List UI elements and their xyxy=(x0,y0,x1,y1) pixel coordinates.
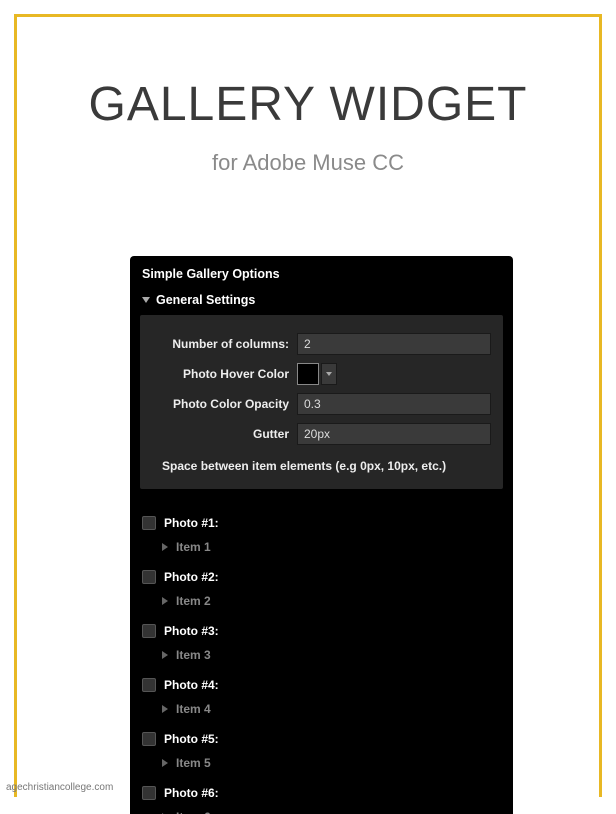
item-row-6[interactable]: Item 6 xyxy=(142,805,501,814)
photo-group: Photo #5: Item 5 xyxy=(142,727,501,775)
item-label: Item 6 xyxy=(176,810,211,814)
gutter-label: Gutter xyxy=(152,427,297,441)
chevron-down-icon xyxy=(326,372,332,376)
item-label: Item 2 xyxy=(176,594,211,608)
gutter-help-text: Space between item elements (e.g 0px, 10… xyxy=(152,453,491,475)
photo-label: Photo #1: xyxy=(164,516,219,530)
item-label: Item 5 xyxy=(176,756,211,770)
photo-label: Photo #5: xyxy=(164,732,219,746)
item-row-5[interactable]: Item 5 xyxy=(142,751,501,775)
photo-row-3[interactable]: Photo #3: xyxy=(142,619,501,643)
item-row-4[interactable]: Item 4 xyxy=(142,697,501,721)
photo-checkbox[interactable] xyxy=(142,732,156,746)
photo-group: Photo #3: Item 3 xyxy=(142,619,501,667)
photo-list: Photo #1: Item 1 Photo #2: Item 2 xyxy=(130,489,513,814)
photo-row-5[interactable]: Photo #5: xyxy=(142,727,501,751)
field-gutter: Gutter xyxy=(152,423,491,445)
item-row-1[interactable]: Item 1 xyxy=(142,535,501,559)
chevron-right-icon xyxy=(162,759,168,767)
panel-title: Simple Gallery Options xyxy=(130,256,513,289)
field-opacity: Photo Color Opacity xyxy=(152,393,491,415)
item-label: Item 1 xyxy=(176,540,211,554)
photo-group: Photo #2: Item 2 xyxy=(142,565,501,613)
page-subtitle: for Adobe Muse CC xyxy=(17,150,599,176)
columns-label: Number of columns: xyxy=(152,337,297,351)
chevron-down-icon xyxy=(142,297,150,303)
general-settings-box: Number of columns: Photo Hover Color Pho… xyxy=(140,315,503,489)
section-general-settings[interactable]: General Settings xyxy=(130,289,513,315)
photo-label: Photo #3: xyxy=(164,624,219,638)
photo-label: Photo #6: xyxy=(164,786,219,800)
photo-label: Photo #2: xyxy=(164,570,219,584)
photo-row-6[interactable]: Photo #6: xyxy=(142,781,501,805)
chevron-right-icon xyxy=(162,651,168,659)
photo-checkbox[interactable] xyxy=(142,570,156,584)
photo-group: Photo #6: Item 6 xyxy=(142,781,501,814)
field-hover-color: Photo Hover Color xyxy=(152,363,491,385)
color-swatch[interactable] xyxy=(297,363,319,385)
section-label: General Settings xyxy=(156,293,255,307)
item-label: Item 4 xyxy=(176,702,211,716)
photo-row-2[interactable]: Photo #2: xyxy=(142,565,501,589)
promo-frame: GALLERY WIDGET for Adobe Muse CC Simple … xyxy=(14,14,602,797)
options-panel: Simple Gallery Options General Settings … xyxy=(130,256,513,814)
page-title: GALLERY WIDGET xyxy=(17,77,599,132)
chevron-right-icon xyxy=(162,597,168,605)
photo-checkbox[interactable] xyxy=(142,678,156,692)
chevron-right-icon xyxy=(162,705,168,713)
watermark: agechristiancollege.com xyxy=(6,782,113,793)
field-columns: Number of columns: xyxy=(152,333,491,355)
chevron-right-icon xyxy=(162,543,168,551)
opacity-input[interactable] xyxy=(297,393,491,415)
photo-label: Photo #4: xyxy=(164,678,219,692)
photo-checkbox[interactable] xyxy=(142,786,156,800)
header: GALLERY WIDGET for Adobe Muse CC xyxy=(17,17,599,176)
columns-input[interactable] xyxy=(297,333,491,355)
color-dropdown-button[interactable] xyxy=(321,363,337,385)
photo-group: Photo #1: Item 1 xyxy=(142,511,501,559)
photo-checkbox[interactable] xyxy=(142,624,156,638)
item-label: Item 3 xyxy=(176,648,211,662)
photo-checkbox[interactable] xyxy=(142,516,156,530)
opacity-label: Photo Color Opacity xyxy=(152,397,297,411)
gutter-input[interactable] xyxy=(297,423,491,445)
item-row-3[interactable]: Item 3 xyxy=(142,643,501,667)
color-picker[interactable] xyxy=(297,363,337,385)
photo-row-1[interactable]: Photo #1: xyxy=(142,511,501,535)
photo-row-4[interactable]: Photo #4: xyxy=(142,673,501,697)
item-row-2[interactable]: Item 2 xyxy=(142,589,501,613)
hover-color-label: Photo Hover Color xyxy=(152,367,297,381)
photo-group: Photo #4: Item 4 xyxy=(142,673,501,721)
